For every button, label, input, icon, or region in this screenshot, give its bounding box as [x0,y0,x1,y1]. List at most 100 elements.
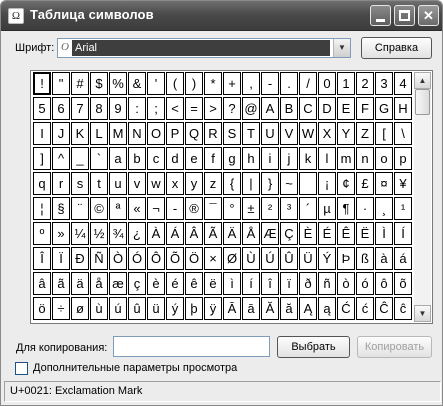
character-cell[interactable]: 1 [337,72,355,95]
maximize-button[interactable] [394,5,415,26]
character-cell[interactable]: Ø [223,247,241,270]
character-cell[interactable]: ì [223,272,241,295]
character-cell[interactable]: ¥ [394,172,412,195]
character-cell[interactable]: ¾ [109,222,127,245]
character-cell[interactable]: w [147,172,165,195]
character-cell[interactable]: Ï [52,247,70,270]
character-cell[interactable]: ¹ [394,197,412,220]
character-cell[interactable]: ā [242,297,260,320]
character-cell[interactable]: ú [109,297,127,320]
character-cell[interactable]: õ [394,272,412,295]
character-cell[interactable]: F [356,97,374,120]
character-cell[interactable]: 6 [52,97,70,120]
character-cell[interactable]: < [166,97,184,120]
character-cell[interactable]: æ [109,272,127,295]
character-cell[interactable]: z [204,172,222,195]
character-cell[interactable]: © [90,197,108,220]
character-cell[interactable]: È [299,222,317,245]
character-cell[interactable]: E [337,97,355,120]
character-cell[interactable]: 7 [71,97,89,120]
character-cell[interactable]: ¸ [375,197,393,220]
character-cell[interactable]: Ã [204,222,222,245]
character-cell[interactable]: ³ [280,197,298,220]
character-cell[interactable]: ? [223,97,241,120]
character-cell[interactable]: } [261,172,279,195]
character-cell[interactable]: Ô [147,247,165,270]
character-cell[interactable]: Î [33,247,51,270]
scroll-down-icon[interactable]: ▼ [414,305,431,322]
character-cell[interactable]: @ [242,97,260,120]
character-cell[interactable]: Û [280,247,298,270]
character-cell[interactable]: « [128,197,146,220]
character-cell[interactable]: Q [185,122,203,145]
character-cell[interactable]: § [52,197,70,220]
character-cell[interactable]: W [299,122,317,145]
character-cell[interactable]: o [375,147,393,170]
character-cell[interactable]: : [128,97,146,120]
character-cell[interactable]: H [394,97,412,120]
chevron-down-icon[interactable]: ▼ [333,39,350,57]
character-cell[interactable]: y [185,172,203,195]
character-cell[interactable]: k [299,147,317,170]
character-cell[interactable]: Ö [185,247,203,270]
character-cell[interactable]: 3 [375,72,393,95]
character-cell[interactable]: Y [337,122,355,145]
character-cell[interactable]: Ă [261,297,279,320]
character-cell[interactable]: Õ [166,247,184,270]
scrollbar-thumb[interactable] [415,89,430,115]
character-cell[interactable]: M [109,122,127,145]
character-cell[interactable]: S [223,122,241,145]
character-cell[interactable]: r [52,172,70,195]
choose-button[interactable]: Выбрать [277,336,350,358]
copy-button[interactable]: Копировать [357,336,432,358]
character-cell[interactable]: Í [394,222,412,245]
character-cell[interactable]: ø [71,297,89,320]
character-cell[interactable]: ç [128,272,146,295]
character-cell[interactable]: û [128,297,146,320]
title-bar[interactable]: Ω Таблица символов ✕ [1,1,442,31]
character-cell[interactable]: ¢ [337,172,355,195]
character-cell[interactable]: x [166,172,184,195]
character-cell[interactable]: 8 [90,97,108,120]
character-cell[interactable]: u [109,172,127,195]
character-cell[interactable]: - [261,72,279,95]
character-cell[interactable]: ĉ [394,297,412,320]
character-cell[interactable]: X [318,122,336,145]
copy-input[interactable] [113,336,270,357]
character-cell[interactable]: d [166,147,184,170]
character-cell[interactable]: v [128,172,146,195]
character-cell[interactable]: Ð [71,247,89,270]
character-cell[interactable]: / [299,72,317,95]
character-cell[interactable]: ( [166,72,184,95]
character-cell[interactable]: ă [280,297,298,320]
character-cell[interactable]: ö [33,297,51,320]
character-cell[interactable]: × [204,247,222,270]
character-cell[interactable]: ô [375,272,393,295]
character-cell[interactable]: ® [185,197,203,220]
character-cell[interactable]: b [128,147,146,170]
character-cell[interactable]: ! [33,72,51,95]
character-cell[interactable]: ë [204,272,222,295]
character-cell[interactable]: ê [185,272,203,295]
character-cell[interactable]: Á [166,222,184,245]
character-cell[interactable]: ½ [90,222,108,245]
character-cell[interactable]: Ó [128,247,146,270]
character-cell[interactable]: ; [147,97,165,120]
character-cell[interactable]: J [52,122,70,145]
character-cell[interactable]: à [375,247,393,270]
character-cell[interactable]: , [242,72,260,95]
character-cell[interactable]: Ú [261,247,279,270]
character-cell[interactable]: » [52,222,70,245]
character-cell[interactable]: ) [185,72,203,95]
character-cell[interactable]: { [223,172,241,195]
character-cell[interactable]: O [147,122,165,145]
character-cell[interactable]: á [394,247,412,270]
scroll-up-icon[interactable]: ▲ [414,72,431,89]
character-cell[interactable]: g [223,147,241,170]
character-cell[interactable]: G [375,97,393,120]
character-cell[interactable]: - [166,197,184,220]
character-cell[interactable]: ó [356,272,374,295]
character-cell[interactable]: ß [356,247,374,270]
character-cell[interactable]: ¿ [128,222,146,245]
font-select[interactable]: O Arial ▼ [57,38,351,58]
